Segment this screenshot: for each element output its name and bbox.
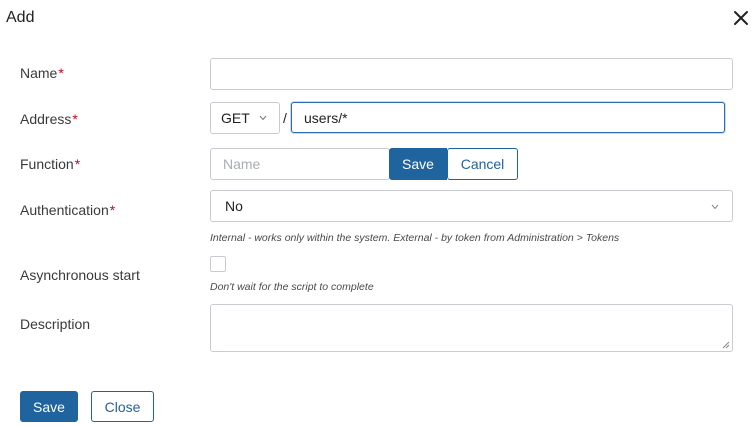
save-button[interactable]: Save xyxy=(20,391,78,422)
required-mark: * xyxy=(72,111,78,127)
name-label: Name* xyxy=(20,64,64,82)
function-label: Function* xyxy=(20,155,80,173)
chevron-down-icon xyxy=(259,115,267,121)
address-label: Address* xyxy=(20,110,78,128)
dialog-title: Add xyxy=(6,9,35,26)
required-mark: * xyxy=(109,202,116,218)
authentication-value: No xyxy=(225,198,243,214)
chevron-down-icon xyxy=(711,204,719,210)
name-label-text: Name xyxy=(20,65,58,81)
async-start-hint: Don't wait for the script to complete xyxy=(210,281,374,293)
required-mark: * xyxy=(58,65,64,81)
resize-handle-icon[interactable] xyxy=(722,341,730,349)
authentication-label-text: Authentication xyxy=(20,202,109,218)
function-save-button[interactable]: Save xyxy=(389,148,447,180)
path-separator: / xyxy=(283,110,287,126)
http-method-select[interactable]: GET xyxy=(210,102,280,134)
authentication-label: Authentication* xyxy=(20,201,115,219)
function-cancel-button[interactable]: Cancel xyxy=(447,148,518,180)
close-icon[interactable] xyxy=(732,9,750,27)
async-start-checkbox[interactable] xyxy=(210,256,226,272)
address-path-input[interactable] xyxy=(291,102,725,133)
description-textarea[interactable] xyxy=(210,304,733,352)
description-label: Description xyxy=(20,316,91,332)
function-label-text: Function xyxy=(20,156,74,172)
authentication-select[interactable]: No xyxy=(210,190,733,222)
http-method-value: GET xyxy=(221,110,250,126)
authentication-hint: Internal - works only within the system.… xyxy=(210,232,620,244)
close-button[interactable]: Close xyxy=(91,391,154,422)
name-input[interactable] xyxy=(210,58,733,90)
add-dialog: Add Name* Address* GET / Function* Save … xyxy=(0,0,754,426)
async-start-label: Asynchronous start xyxy=(20,267,140,283)
required-mark: * xyxy=(74,156,81,172)
address-label-text: Address xyxy=(20,111,72,127)
function-name-input[interactable] xyxy=(210,148,390,180)
